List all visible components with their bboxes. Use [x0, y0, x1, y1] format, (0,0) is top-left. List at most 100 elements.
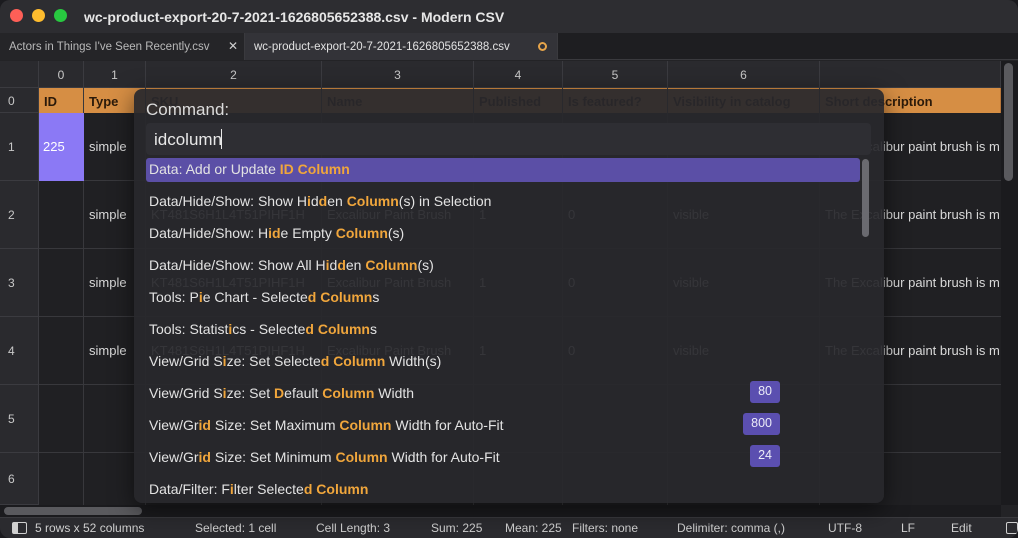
command-item[interactable]: Data/Hide/Show: Show Hidden Column(s) in…	[146, 190, 860, 214]
match-highlight: Column	[333, 353, 386, 369]
label-text: (s)	[387, 225, 405, 241]
status-encoding[interactable]: UTF-8	[828, 521, 862, 535]
tab-bar: Actors in Things I've Seen Recently.csv …	[0, 33, 1018, 60]
match-highlight: d	[318, 193, 328, 209]
row-number-header[interactable]: 5	[0, 385, 39, 453]
status-sum: Sum: 225	[431, 521, 483, 535]
row-number-header[interactable]: 0	[0, 88, 39, 113]
scrollbar-thumb[interactable]	[4, 507, 142, 515]
row-number-header[interactable]: 1	[0, 113, 39, 181]
column-number-header[interactable]: 2	[146, 61, 322, 88]
command-item[interactable]: Data/Hide/Show: Hide Empty Column(s)	[146, 222, 860, 246]
sidebar-toggle-icon[interactable]	[12, 522, 27, 534]
selected-cell[interactable]: 225	[39, 113, 84, 181]
match-highlight: Column	[346, 193, 399, 209]
label-text: Data: Add or Update	[149, 161, 280, 177]
column-number-header[interactable]: 0	[39, 61, 84, 88]
label-text: e Chart - Selecte	[202, 289, 308, 305]
match-highlight: d	[320, 353, 330, 369]
unsaved-indicator-icon	[538, 42, 547, 51]
command-item[interactable]: Tools: Statistics - Selected Columns	[146, 318, 860, 342]
column-number-header[interactable]	[820, 61, 1001, 88]
command-value-badge: 800	[743, 413, 780, 435]
command-item[interactable]: Data/Filter: Filter Selected Column	[146, 478, 860, 502]
label-text: Size: Set Minimum	[211, 449, 336, 465]
command-item[interactable]: Tools: Pie Chart - Selected Columns	[146, 286, 860, 310]
row-number-header[interactable]: 2	[0, 181, 39, 249]
label-text: ze: Set Selecte	[226, 353, 321, 369]
scrollbar-thumb[interactable]	[862, 159, 869, 237]
status-cell-length: Cell Length: 3	[316, 521, 391, 535]
command-item-label: Data/Filter: Filter Selected Column	[149, 481, 368, 497]
column-number-header[interactable]: 5	[563, 61, 668, 88]
command-item-label: View/Grid Size: Set Selected Column Widt…	[149, 353, 441, 369]
command-value-badge: 80	[750, 381, 780, 403]
status-mode[interactable]: Edit	[951, 521, 972, 535]
tab-actors-file[interactable]: Actors in Things I've Seen Recently.csv …	[0, 33, 245, 60]
command-item-label: Tools: Pie Chart - Selected Columns	[149, 289, 379, 305]
label-text: ze: Set	[226, 385, 275, 401]
command-item[interactable]: View/Grid Size: Set Minimum Column Width…	[146, 445, 860, 470]
palette-scrollbar[interactable]	[862, 159, 870, 497]
command-item[interactable]: View/Grid Size: Set Maximum Column Width…	[146, 413, 860, 438]
match-highlight: Column	[335, 449, 388, 465]
command-results: Data: Add or Update ID Column Data/Hide/S…	[146, 158, 860, 503]
text-caret	[221, 129, 222, 149]
command-item[interactable]: Data/Hide/Show: Show All Hidden Column(s…	[146, 254, 860, 278]
zoom-window-button[interactable]	[54, 9, 67, 22]
column-number-header[interactable]: 4	[474, 61, 563, 88]
command-input[interactable]	[146, 123, 871, 155]
label-text: Width for Auto-Fit	[391, 417, 504, 433]
label-text: cs - Selecte	[232, 321, 306, 337]
close-window-button[interactable]	[10, 9, 23, 22]
command-item-label: View/Grid Size: Set Maximum Column Width…	[149, 417, 504, 433]
match-highlight: Column	[297, 161, 350, 177]
column-number-header[interactable]: 1	[84, 61, 146, 88]
command-item-label: Tools: Statistics - Selected Columns	[149, 321, 377, 337]
match-highlight: d	[305, 321, 314, 337]
status-mean: Mean: 225	[505, 521, 562, 535]
label-text: s	[369, 321, 377, 337]
panel-toggle-icon[interactable]	[1006, 522, 1018, 534]
horizontal-scrollbar[interactable]	[0, 505, 1001, 517]
label-text: Data/Hide/Show: Show All H	[149, 257, 326, 273]
column-number-header[interactable]: 6	[668, 61, 820, 88]
command-item[interactable]: View/Grid Size: Set Default Column Width…	[146, 381, 860, 406]
tab-product-export[interactable]: wc-product-export-20-7-2021-162680565238…	[245, 33, 558, 60]
scrollbar-thumb[interactable]	[1004, 63, 1013, 181]
command-item-label: Data: Add or Update ID Column	[149, 161, 350, 177]
label-text: Data/Filter: F	[149, 481, 230, 497]
command-item[interactable]: Data: Add or Update ID Column	[146, 158, 860, 182]
row-number-header[interactable]: 3	[0, 249, 39, 317]
status-filters[interactable]: Filters: none	[572, 521, 638, 535]
command-value-badge: 24	[750, 445, 780, 467]
row-number-header[interactable]: 4	[0, 317, 39, 385]
label-text: en	[345, 257, 366, 273]
match-highlight: Column	[339, 417, 392, 433]
match-highlight: Column	[317, 321, 370, 337]
label-text: Size: Set Maximum	[211, 417, 340, 433]
match-highlight: Column	[316, 481, 369, 497]
status-delimiter[interactable]: Delimiter: comma (,)	[677, 521, 785, 535]
match-highlight: id	[268, 225, 281, 241]
label-text: (s)	[417, 257, 434, 273]
status-line-ending[interactable]: LF	[901, 521, 915, 535]
column-number-header[interactable]: 3	[322, 61, 474, 88]
row-number-header[interactable]: 6	[0, 453, 39, 505]
grid-corner[interactable]	[0, 61, 39, 88]
command-item-label: View/Grid Size: Set Minimum Column Width…	[149, 449, 500, 465]
label-text: Tools: Statist	[149, 321, 229, 337]
match-highlight: d	[337, 257, 346, 273]
label-text: Data/Hide/Show: Show H	[149, 193, 307, 209]
status-bar: 5 rows x 52 columns Selected: 1 cell Cel…	[0, 517, 1018, 538]
match-highlight: Column	[322, 385, 375, 401]
match-highlight: Column	[365, 257, 418, 273]
header-cell[interactable]: ID	[39, 88, 84, 113]
command-item[interactable]: View/Grid Size: Set Selected Column Widt…	[146, 350, 860, 374]
close-tab-icon[interactable]: ✕	[228, 39, 238, 53]
label-text: efault	[284, 385, 323, 401]
window-title: wc-product-export-20-7-2021-162680565238…	[84, 9, 505, 25]
match-highlight: id	[198, 417, 211, 433]
minimize-window-button[interactable]	[32, 9, 45, 22]
vertical-scrollbar[interactable]	[1001, 61, 1018, 505]
